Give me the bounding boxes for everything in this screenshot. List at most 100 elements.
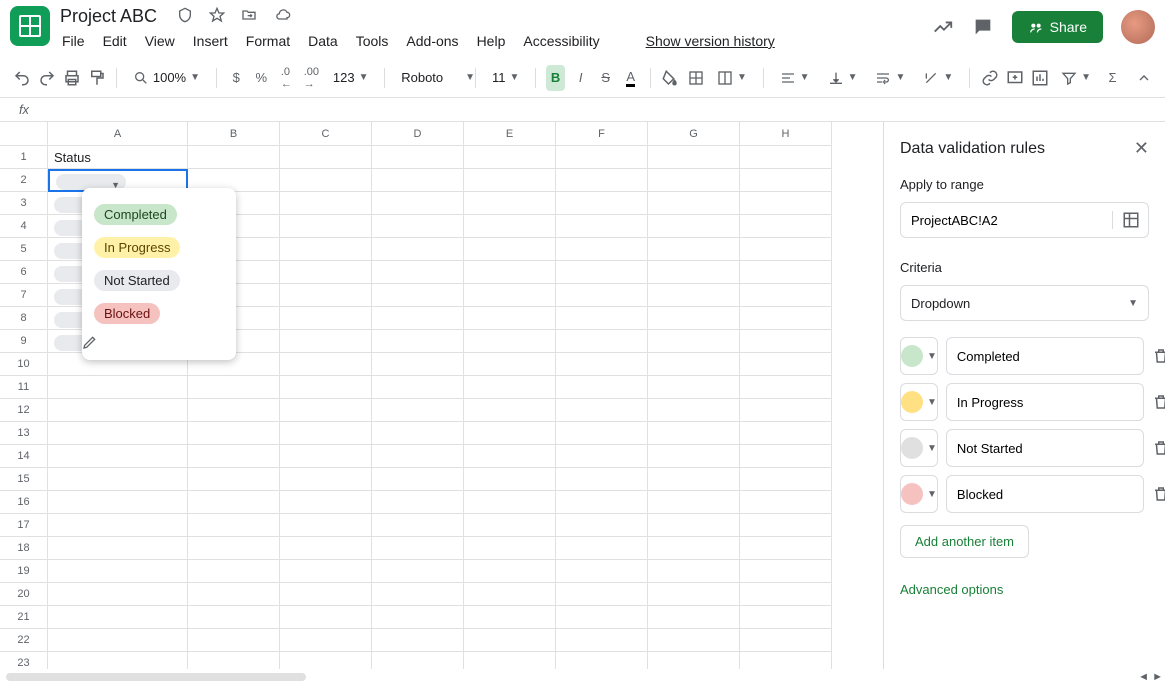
cell[interactable]: [556, 606, 648, 629]
cell[interactable]: [280, 215, 372, 238]
cell[interactable]: [648, 353, 740, 376]
sheet-nav-arrows[interactable]: ◄ ►: [1138, 671, 1163, 683]
cell[interactable]: [372, 353, 464, 376]
cell[interactable]: [740, 583, 832, 606]
col-header-G[interactable]: G: [648, 122, 740, 146]
cell[interactable]: [372, 169, 464, 192]
cell[interactable]: [740, 307, 832, 330]
cell[interactable]: [556, 629, 648, 652]
cell[interactable]: [556, 307, 648, 330]
cell[interactable]: [464, 514, 556, 537]
bottom-scrollbar[interactable]: [0, 669, 1165, 685]
row-header-7[interactable]: 7: [0, 284, 48, 307]
row-header-6[interactable]: 6: [0, 261, 48, 284]
option-value-input[interactable]: [946, 337, 1144, 375]
cell[interactable]: [188, 422, 280, 445]
formula-input[interactable]: [48, 98, 1165, 121]
cell[interactable]: [372, 491, 464, 514]
cell[interactable]: [648, 491, 740, 514]
cell[interactable]: [188, 606, 280, 629]
row-header-8[interactable]: 8: [0, 307, 48, 330]
cell[interactable]: [648, 238, 740, 261]
bold-button[interactable]: B: [546, 65, 565, 91]
cell[interactable]: [740, 606, 832, 629]
cell[interactable]: [280, 238, 372, 261]
menu-format[interactable]: Format: [246, 33, 290, 49]
cell[interactable]: [648, 399, 740, 422]
trend-icon[interactable]: [932, 16, 954, 38]
cell[interactable]: [464, 606, 556, 629]
cell[interactable]: [188, 514, 280, 537]
row-header-1[interactable]: 1: [0, 146, 48, 169]
add-another-item-button[interactable]: Add another item: [900, 525, 1029, 558]
cell[interactable]: [648, 330, 740, 353]
cell[interactable]: [464, 284, 556, 307]
cell[interactable]: [372, 330, 464, 353]
doc-title[interactable]: Project ABC: [60, 6, 157, 27]
cloud-icon[interactable]: [268, 7, 292, 23]
color-picker-button[interactable]: ▼: [900, 475, 938, 513]
row-header-11[interactable]: 11: [0, 376, 48, 399]
cell[interactable]: [48, 652, 188, 669]
cell[interactable]: [280, 169, 372, 192]
chart-icon[interactable]: [1030, 65, 1049, 91]
cell[interactable]: [188, 583, 280, 606]
advanced-options-button[interactable]: Advanced options: [900, 582, 1149, 597]
cell[interactable]: [372, 583, 464, 606]
cell[interactable]: [464, 537, 556, 560]
cell[interactable]: [48, 376, 188, 399]
cell[interactable]: [48, 560, 188, 583]
borders-button[interactable]: [686, 65, 705, 91]
shield-icon[interactable]: [171, 7, 193, 23]
cell[interactable]: [556, 261, 648, 284]
cell[interactable]: [648, 445, 740, 468]
cell[interactable]: [740, 284, 832, 307]
row-header-4[interactable]: 4: [0, 215, 48, 238]
row-header-17[interactable]: 17: [0, 514, 48, 537]
cell[interactable]: [464, 376, 556, 399]
cell[interactable]: [740, 215, 832, 238]
cell[interactable]: [48, 583, 188, 606]
dec-decrease-icon[interactable]: .0←: [277, 65, 296, 91]
cell[interactable]: [648, 215, 740, 238]
cell[interactable]: [280, 146, 372, 169]
cell[interactable]: [48, 445, 188, 468]
cell[interactable]: [48, 422, 188, 445]
cell[interactable]: Status: [48, 146, 188, 169]
cell[interactable]: [464, 169, 556, 192]
cell[interactable]: [648, 629, 740, 652]
cell[interactable]: [740, 445, 832, 468]
row-header-10[interactable]: 10: [0, 353, 48, 376]
cell[interactable]: [280, 537, 372, 560]
menu-help[interactable]: Help: [477, 33, 506, 49]
menu-insert[interactable]: Insert: [193, 33, 228, 49]
percent-icon[interactable]: %: [252, 65, 271, 91]
col-header-E[interactable]: E: [464, 122, 556, 146]
cell[interactable]: [740, 261, 832, 284]
avatar[interactable]: [1121, 10, 1155, 44]
dropdown-option[interactable]: Not Started: [82, 264, 236, 297]
cell[interactable]: [556, 238, 648, 261]
cell[interactable]: [740, 560, 832, 583]
menu-data[interactable]: Data: [308, 33, 338, 49]
row-header-13[interactable]: 13: [0, 422, 48, 445]
menu-view[interactable]: View: [145, 33, 175, 49]
comments-icon[interactable]: [972, 16, 994, 38]
range-picker-icon[interactable]: [1112, 211, 1148, 229]
cell[interactable]: [556, 353, 648, 376]
cell[interactable]: [740, 146, 832, 169]
cell[interactable]: [648, 376, 740, 399]
font-size-select[interactable]: 11▼: [486, 70, 525, 85]
cell[interactable]: [556, 652, 648, 669]
cell[interactable]: [556, 399, 648, 422]
cell[interactable]: [648, 537, 740, 560]
cell[interactable]: [740, 514, 832, 537]
row-header-2[interactable]: 2: [0, 169, 48, 192]
cell[interactable]: [280, 560, 372, 583]
cell[interactable]: [372, 376, 464, 399]
cell[interactable]: [188, 146, 280, 169]
cell[interactable]: [464, 399, 556, 422]
cell[interactable]: [648, 261, 740, 284]
cell[interactable]: [48, 399, 188, 422]
option-value-input[interactable]: [946, 429, 1144, 467]
